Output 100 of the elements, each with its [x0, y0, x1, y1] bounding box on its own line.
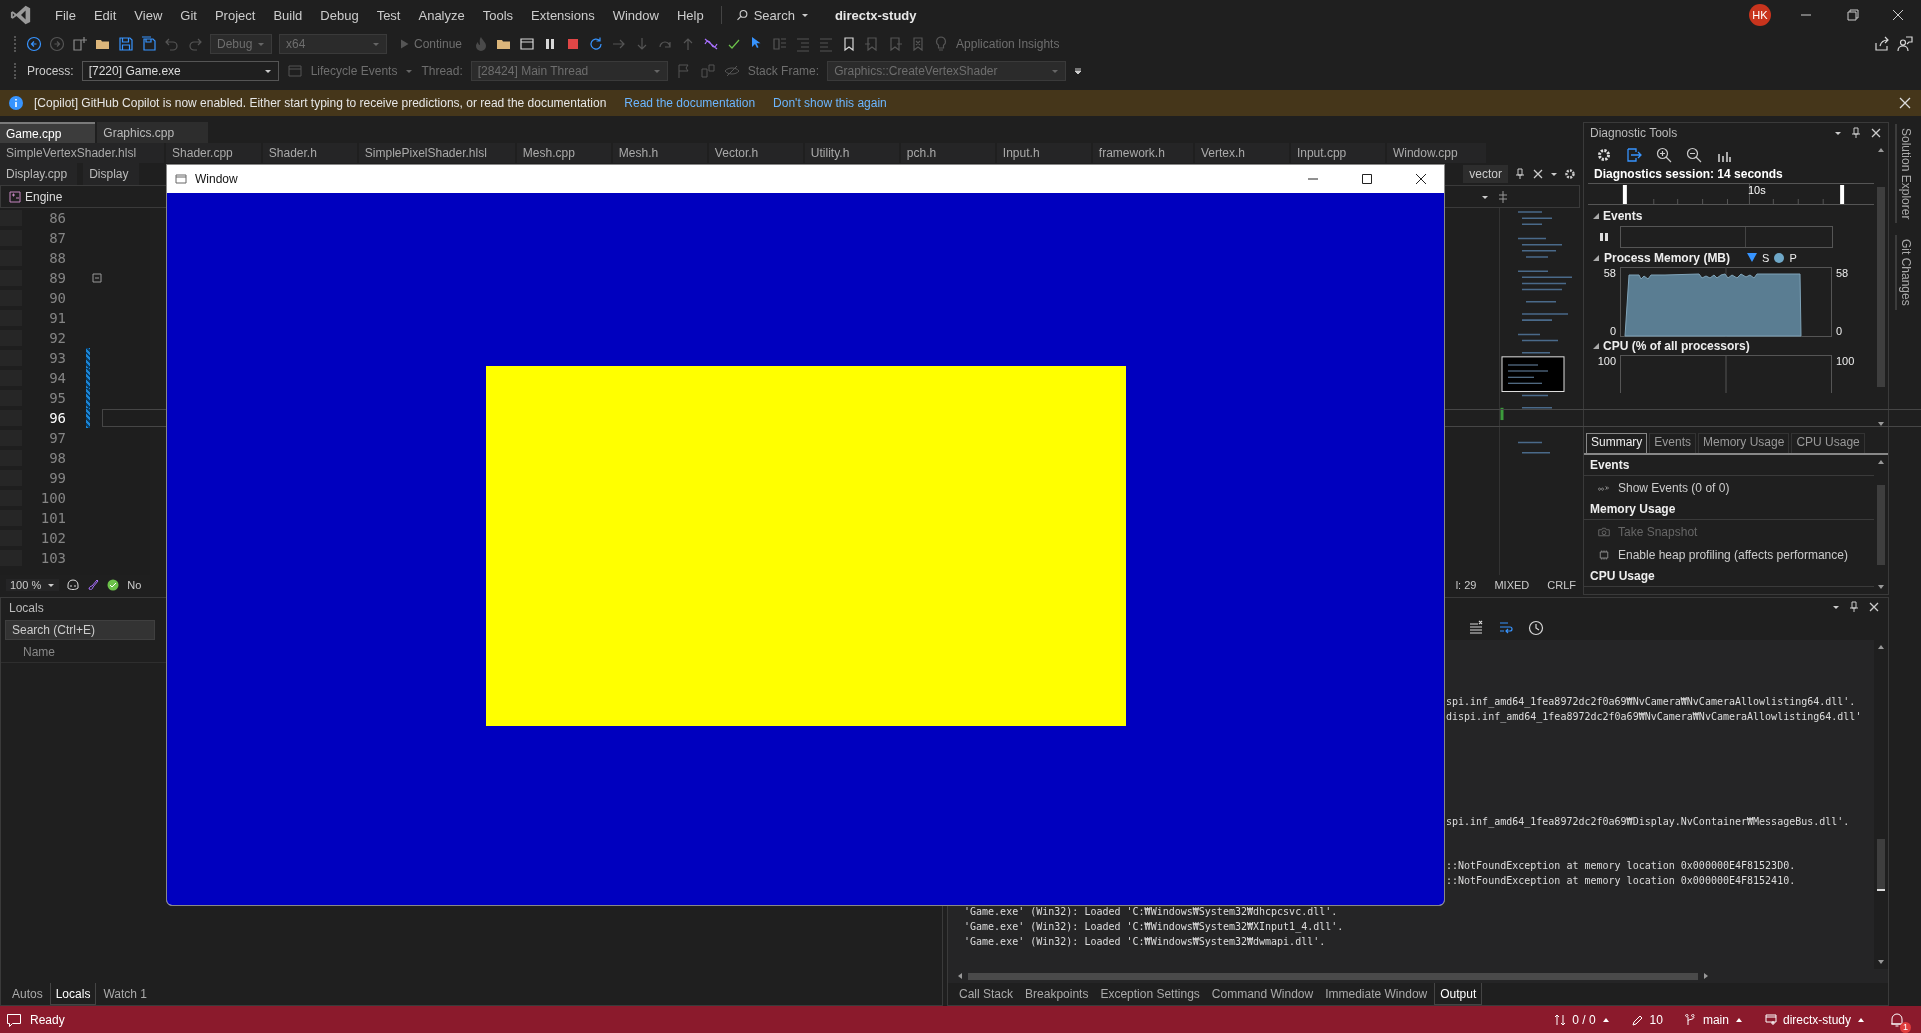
save-icon[interactable] — [118, 36, 134, 52]
editor-tab[interactable]: Input.h — [996, 143, 1091, 163]
diagnostics-tab[interactable]: Summary — [1586, 433, 1648, 453]
menu-item[interactable]: Build — [264, 7, 312, 23]
zoom-out-icon[interactable] — [1686, 147, 1702, 163]
edits-status[interactable]: 10 — [1631, 1012, 1663, 1027]
collapse-icon[interactable] — [1592, 212, 1600, 220]
editor-tab[interactable]: Mesh.h — [612, 143, 707, 163]
toolbar-overflow-icon[interactable] — [1074, 67, 1083, 75]
feedback-icon[interactable] — [1897, 36, 1913, 52]
share-icon[interactable] — [1874, 36, 1890, 52]
scroll-up-icon[interactable] — [1877, 458, 1885, 466]
panel-tab[interactable]: Immediate Window — [1320, 983, 1433, 1005]
search-button[interactable]: Search — [729, 5, 815, 25]
pin-icon[interactable] — [1848, 601, 1860, 613]
editor-tab[interactable]: Input.cpp — [1290, 143, 1385, 163]
scroll-down-icon[interactable] — [1877, 583, 1885, 591]
zoom-in-icon[interactable] — [1656, 147, 1672, 163]
scroll-left-icon[interactable] — [956, 972, 964, 980]
collapse-icon[interactable] — [92, 273, 102, 283]
close-icon[interactable] — [1899, 97, 1911, 109]
section-header[interactable]: CPU (% of all processors) — [1603, 339, 1750, 353]
menu-item[interactable]: Edit — [84, 7, 126, 23]
menu-item[interactable]: Project — [205, 7, 265, 23]
browser-icon[interactable] — [519, 36, 536, 52]
info-link[interactable]: Don't show this again — [773, 96, 887, 110]
menu-item[interactable]: Window — [603, 7, 668, 23]
section-header[interactable]: Events — [1603, 209, 1643, 223]
new-project-icon[interactable] — [72, 36, 88, 52]
caret-icon[interactable] — [1550, 170, 1558, 178]
cursor-position[interactable]: l: 29 — [1455, 579, 1477, 591]
scroll-down-icon[interactable] — [1877, 420, 1885, 428]
column-header[interactable]: Name — [23, 645, 55, 659]
pin-icon[interactable] — [1514, 168, 1526, 180]
panel-tab[interactable]: Exception Settings — [1095, 983, 1205, 1005]
editor-tab[interactable]: Shader.cpp — [166, 143, 261, 163]
restart-icon[interactable] — [588, 36, 605, 52]
editor-tab[interactable]: Shader.h — [262, 143, 357, 163]
split-icon[interactable] — [1497, 190, 1509, 203]
menu-item[interactable]: View — [125, 7, 172, 23]
scroll-up-icon[interactable] — [1877, 146, 1885, 154]
scroll-thumb[interactable] — [1877, 187, 1885, 387]
panel-tab[interactable]: Command Window — [1206, 983, 1319, 1005]
scroll-up-icon[interactable] — [1877, 643, 1885, 651]
caret-icon[interactable] — [1834, 129, 1842, 137]
user-avatar[interactable]: HK — [1749, 4, 1771, 26]
export-icon[interactable] — [1626, 147, 1642, 163]
scroll-right-icon[interactable] — [1702, 972, 1710, 980]
panel-tab[interactable]: Watch 1 — [98, 983, 152, 1005]
editor-tab[interactable]: framework.h — [1092, 143, 1193, 163]
word-wrap-icon[interactable] — [1498, 620, 1514, 636]
menu-item[interactable]: Help — [667, 7, 713, 23]
close-icon[interactable] — [1868, 601, 1880, 613]
editor-tab[interactable]: Display.cpp — [0, 163, 78, 185]
menu-item[interactable]: Tools — [473, 7, 523, 23]
back-icon[interactable] — [26, 36, 42, 52]
editor-tab[interactable]: vector — [1463, 165, 1508, 183]
menu-item[interactable]: File — [46, 7, 85, 23]
zoom-dropdown[interactable]: 100 % — [6, 579, 60, 591]
changes-status[interactable]: 0 / 0 — [1554, 1012, 1610, 1027]
panel-tab[interactable]: Output — [1434, 983, 1483, 1005]
timeline-ruler[interactable] — [1588, 183, 1874, 205]
editor-tab[interactable]: Vertex.h — [1194, 143, 1289, 163]
editor-tab[interactable]: Window.cpp — [1386, 143, 1486, 163]
search-field[interactable]: Search (Ctrl+E) — [5, 620, 155, 640]
scope-dropdown[interactable]: Engine — [1, 189, 63, 204]
encoding-status[interactable]: MIXED — [1494, 579, 1530, 591]
editor-tab[interactable]: Utility.h — [804, 143, 899, 163]
editor-tab[interactable]: Vector.h — [708, 143, 803, 163]
scroll-thumb[interactable] — [1877, 484, 1885, 565]
scroll-thumb[interactable] — [968, 972, 1698, 980]
scroll-down-icon[interactable] — [1877, 958, 1885, 966]
editor-tab[interactable]: Display — [83, 163, 139, 185]
status-ok-icon[interactable] — [107, 579, 120, 591]
editor-tab[interactable]: Graphics.cpp — [97, 122, 209, 143]
editor-tab[interactable]: Mesh.cpp — [516, 143, 611, 163]
diagnostics-tab[interactable]: Memory Usage — [1698, 433, 1790, 453]
issues-status[interactable]: No — [127, 579, 142, 591]
menu-item[interactable]: Debug — [311, 7, 368, 23]
save-all-icon[interactable] — [141, 36, 157, 52]
diagnostics-tab[interactable]: Events — [1649, 433, 1697, 453]
panel-tab[interactable]: Autos — [7, 983, 48, 1005]
hot-swap-icon[interactable] — [703, 36, 720, 52]
collapse-icon[interactable] — [1592, 254, 1600, 262]
editor-tab[interactable]: Game.cpp — [0, 122, 96, 143]
repository-status[interactable]: directx-study — [1764, 1012, 1865, 1027]
scrollbar[interactable] — [1874, 640, 1888, 969]
scroll-thumb[interactable] — [1877, 838, 1885, 891]
editor-tab[interactable]: pch.h — [900, 143, 995, 163]
summary-action[interactable]: Enable heap profiling (affects performance) — [1618, 547, 1848, 562]
panel-tab[interactable]: Breakpoints — [1020, 983, 1094, 1005]
clock-icon[interactable] — [1528, 620, 1544, 636]
panel-tab[interactable]: Call Stack — [954, 983, 1019, 1005]
close-icon[interactable] — [1870, 127, 1882, 139]
diagnostics-tab[interactable]: CPU Usage — [1791, 433, 1865, 453]
settings-icon[interactable] — [1596, 147, 1612, 163]
menu-item[interactable]: Extensions — [522, 7, 604, 23]
brush-icon[interactable] — [87, 579, 100, 591]
close-icon[interactable] — [1532, 168, 1544, 180]
menu-item[interactable]: Analyze — [409, 7, 474, 23]
